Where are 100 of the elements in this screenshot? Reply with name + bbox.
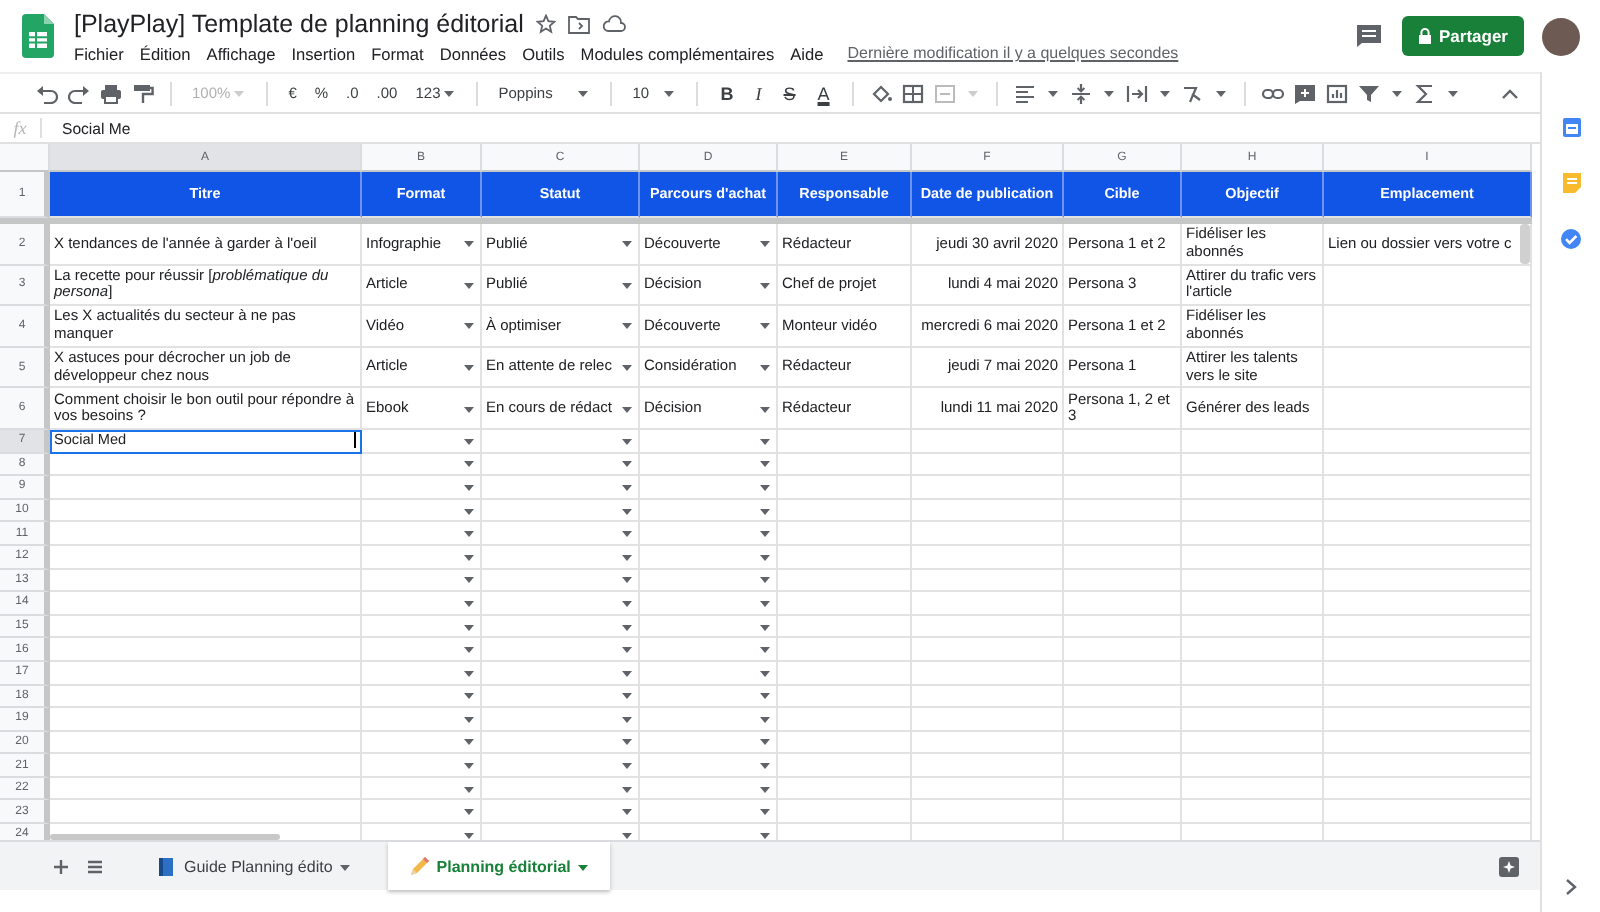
dropdown-cell[interactable] <box>362 522 482 546</box>
dropdown-cell[interactable] <box>482 569 640 593</box>
strikethrough-button[interactable]: S <box>777 83 802 103</box>
dropdown-cell[interactable] <box>640 661 778 685</box>
calendar-icon[interactable] <box>1561 116 1581 138</box>
dropdown-cell[interactable] <box>362 661 482 685</box>
dropdown-cell[interactable] <box>362 800 482 825</box>
dropdown-cell[interactable] <box>362 569 482 593</box>
document-title[interactable]: [PlayPlay] Template de planning éditorial <box>74 9 524 37</box>
vertical-align-icon[interactable] <box>1069 83 1092 103</box>
share-button[interactable]: Partager <box>1401 16 1524 56</box>
dropdown-cell[interactable] <box>362 638 482 662</box>
chart-icon[interactable] <box>1325 83 1348 103</box>
dropdown-cell[interactable] <box>482 731 640 755</box>
filter-icon[interactable] <box>1357 83 1380 103</box>
dropdown-cell[interactable] <box>482 615 640 639</box>
italic-button[interactable]: I <box>749 83 768 103</box>
dropdown-cell[interactable] <box>482 777 640 801</box>
dropdown-cell[interactable] <box>640 754 778 778</box>
text-color-button[interactable]: A <box>811 83 836 103</box>
redo-icon[interactable] <box>68 83 90 103</box>
dropdown-cell[interactable] <box>362 592 482 616</box>
dropdown-cell[interactable] <box>362 731 482 755</box>
dropdown-cell[interactable] <box>362 453 482 477</box>
sheet-tab[interactable]: Planning éditorial <box>388 842 611 890</box>
bold-button[interactable]: B <box>714 83 740 103</box>
menu-item[interactable]: Données <box>439 43 507 63</box>
collapse-icon[interactable] <box>1500 85 1520 101</box>
dropdown-cell[interactable] <box>362 429 482 454</box>
avatar[interactable] <box>1542 17 1580 55</box>
dropdown-cell[interactable] <box>640 522 778 546</box>
paint-format-icon[interactable] <box>132 83 154 103</box>
dropdown-cell[interactable] <box>640 592 778 616</box>
star-icon[interactable] <box>535 13 556 33</box>
dropdown-cell[interactable] <box>362 777 482 801</box>
dropdown-cell[interactable] <box>640 685 778 709</box>
last-modified-link[interactable]: Dernière modification il y a quelques secondes <box>847 44 1179 62</box>
dropdown-cell[interactable] <box>362 615 482 639</box>
dropdown-cell[interactable] <box>640 545 778 570</box>
dropdown-cell[interactable] <box>640 777 778 801</box>
check-icon[interactable] <box>1560 228 1582 250</box>
dropdown-cell[interactable] <box>482 476 640 500</box>
comment-icon[interactable] <box>1355 24 1381 48</box>
menu-item[interactable]: Modules complémentaires <box>580 43 775 63</box>
dropdown-cell[interactable] <box>362 708 482 732</box>
horizontal-scrollbar[interactable] <box>50 834 280 840</box>
dropdown-cell[interactable] <box>482 754 640 778</box>
dropdown-cell[interactable] <box>482 638 640 662</box>
expand-icon[interactable] <box>1564 878 1578 896</box>
add-comment-icon[interactable] <box>1293 83 1316 103</box>
dropdown-cell[interactable] <box>640 499 778 523</box>
print-icon[interactable] <box>100 83 122 103</box>
sheet-list-icon[interactable] <box>86 857 104 875</box>
dropdown-cell[interactable] <box>362 685 482 709</box>
add-sheet-icon[interactable] <box>52 857 70 875</box>
borders-icon[interactable] <box>901 83 924 103</box>
dropdown-cell[interactable] <box>482 800 640 825</box>
dropdown-cell[interactable] <box>482 592 640 616</box>
sheet-tab[interactable]: Guide Planning édito <box>136 842 373 890</box>
sheets-logo-icon[interactable] <box>22 14 54 58</box>
fill-color-icon[interactable] <box>869 83 892 103</box>
text-wrap-icon[interactable] <box>1125 83 1148 103</box>
dropdown-cell[interactable] <box>640 615 778 639</box>
menu-item[interactable]: Aide <box>790 43 824 63</box>
dropdown-cell[interactable] <box>482 661 640 685</box>
dropdown-cell[interactable] <box>482 429 640 454</box>
explore-icon[interactable] <box>1498 855 1520 877</box>
dropdown-cell[interactable] <box>640 708 778 732</box>
dropdown-cell[interactable] <box>640 453 778 477</box>
dropdown-cell[interactable] <box>482 453 640 477</box>
merge-cells-icon[interactable] <box>933 83 956 103</box>
dropdown-cell[interactable] <box>640 731 778 755</box>
dropdown-cell[interactable] <box>482 499 640 523</box>
dropdown-cell[interactable] <box>640 569 778 593</box>
menu-item[interactable]: Fichier <box>74 43 124 63</box>
sigma-icon[interactable] <box>1413 83 1436 103</box>
dropdown-cell[interactable] <box>362 545 482 570</box>
dropdown-cell[interactable] <box>362 754 482 778</box>
vertical-scrollbar[interactable] <box>1520 224 1530 264</box>
menu-item[interactable]: Outils <box>522 43 565 63</box>
dropdown-cell[interactable] <box>640 800 778 825</box>
dropdown-cell[interactable] <box>362 476 482 500</box>
dropdown-cell[interactable] <box>640 638 778 662</box>
dropdown-cell[interactable] <box>640 476 778 500</box>
link-icon[interactable] <box>1261 83 1284 103</box>
menu-item[interactable]: Format <box>371 43 424 63</box>
dropdown-cell[interactable] <box>482 545 640 570</box>
note-icon[interactable] <box>1561 172 1581 194</box>
menu-item[interactable]: Insertion <box>291 43 356 63</box>
cloud-icon[interactable] <box>601 13 626 33</box>
dropdown-cell[interactable] <box>482 708 640 732</box>
menu-item[interactable]: Affichage <box>206 43 276 63</box>
undo-icon[interactable] <box>36 83 58 103</box>
dropdown-cell[interactable] <box>362 499 482 523</box>
align-left-icon[interactable] <box>1013 83 1036 103</box>
dropdown-cell[interactable] <box>482 685 640 709</box>
text-rotation-icon[interactable] <box>1181 83 1204 103</box>
folder-icon[interactable] <box>567 13 590 33</box>
dropdown-cell[interactable] <box>482 522 640 546</box>
menu-item[interactable]: Édition <box>139 43 191 63</box>
